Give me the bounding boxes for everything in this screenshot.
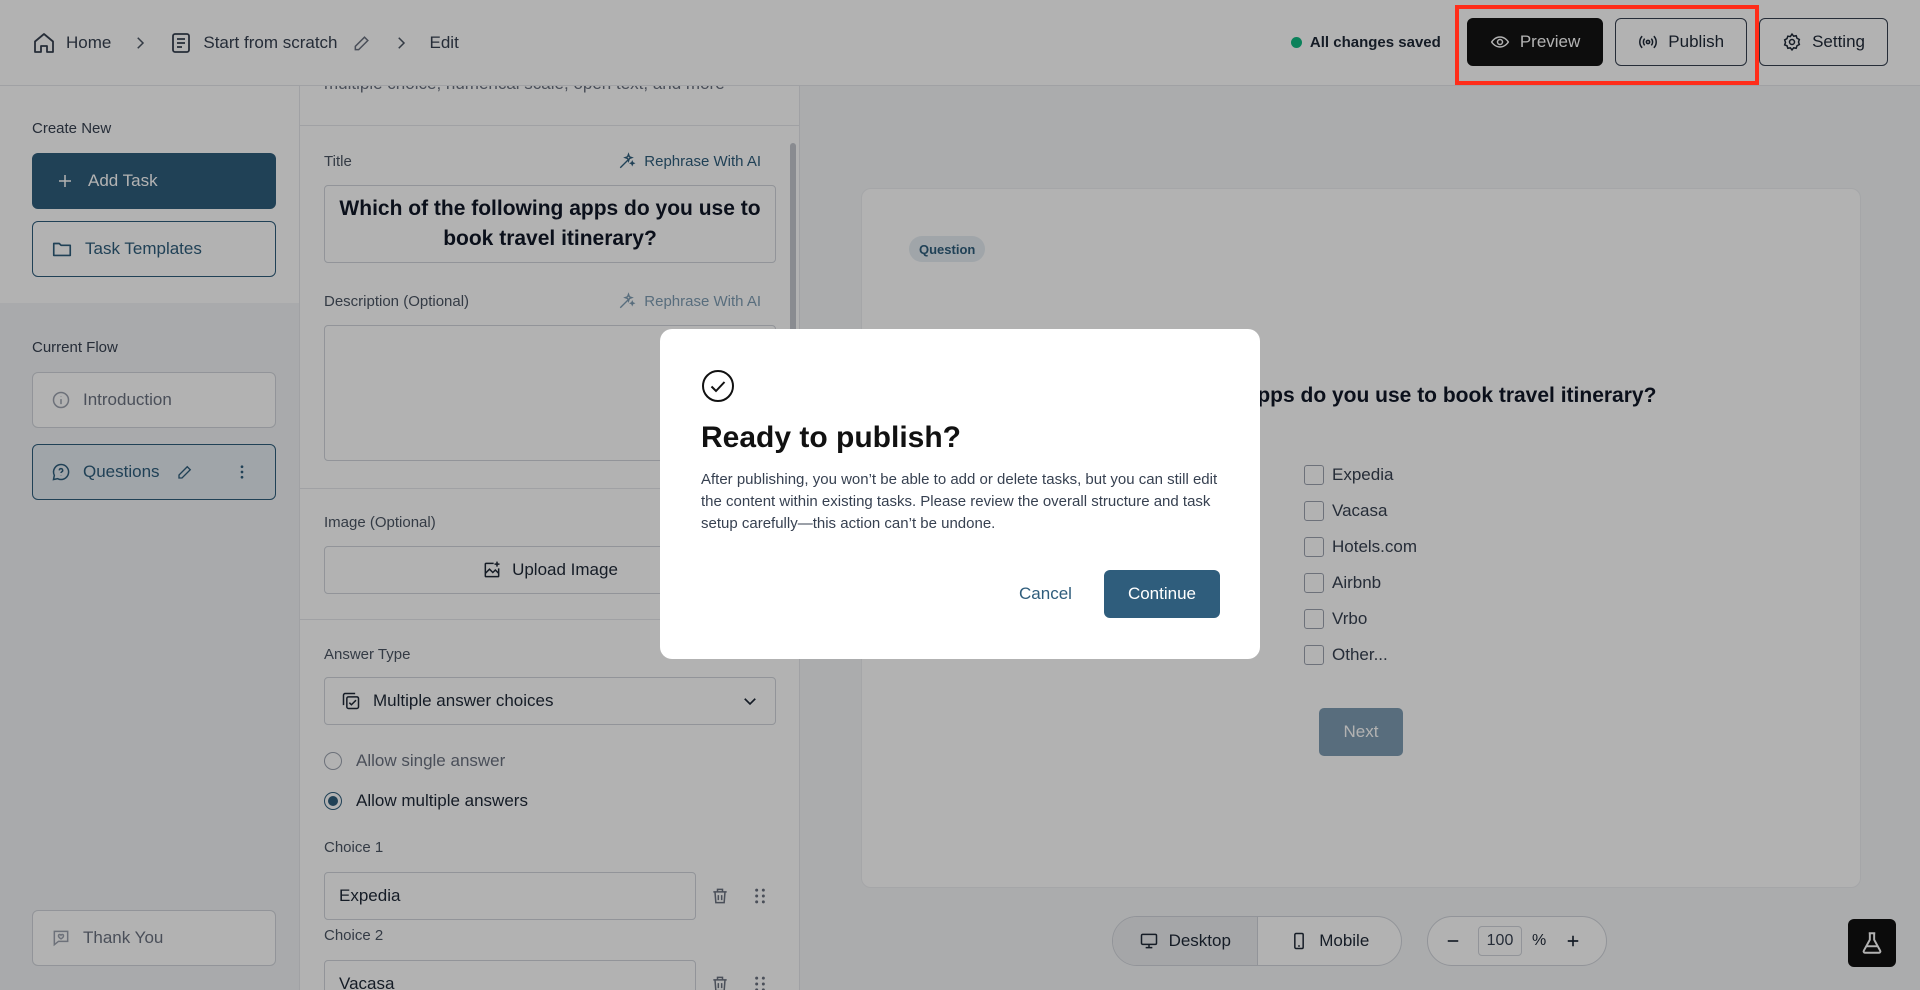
publish-confirm-dialog: Ready to publish? After publishing, you … [660,329,1260,659]
dialog-actions: Cancel Continue [1007,570,1220,618]
cancel-button[interactable]: Cancel [1007,570,1084,618]
dialog-body: After publishing, you won’t be able to a… [701,471,1218,532]
continue-button[interactable]: Continue [1103,570,1220,618]
dialog-title: Ready to publish? [701,421,962,454]
check-circle-icon [701,369,1220,403]
